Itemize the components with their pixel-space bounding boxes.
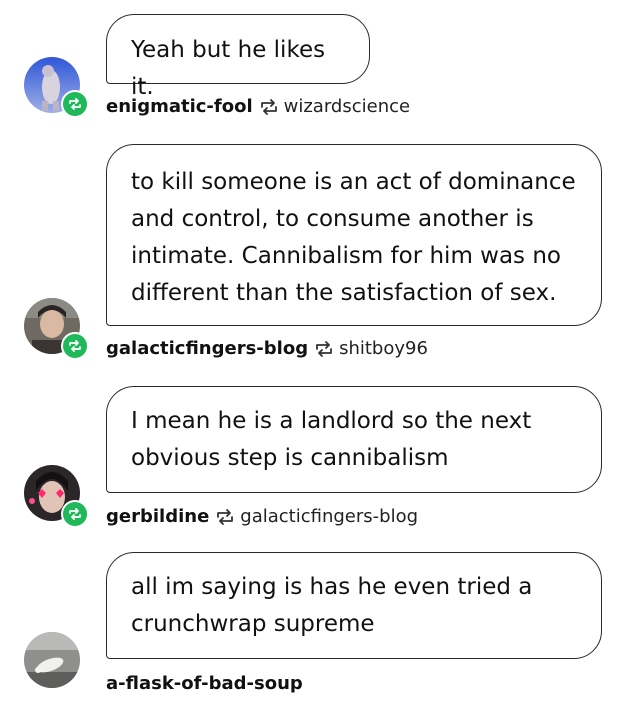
reblog-badge bbox=[61, 500, 89, 528]
post-bubble[interactable]: Yeah but he likes it. bbox=[106, 14, 370, 100]
username-link[interactable]: galacticfingers-blog bbox=[106, 338, 308, 360]
attribution: galacticfingers-blog shitboy96 bbox=[106, 338, 428, 360]
post-text: all im saying is has he even tried a cru… bbox=[131, 574, 533, 637]
post-bubble[interactable]: to kill someone is an act of dominance a… bbox=[106, 144, 602, 326]
reblog-icon bbox=[215, 509, 235, 525]
reblog-source-link[interactable]: shitboy96 bbox=[339, 338, 428, 360]
post-text: to kill someone is an act of dominance a… bbox=[131, 169, 576, 306]
post-bubble[interactable]: all im saying is has he even tried a cru… bbox=[106, 552, 602, 659]
reblog-icon bbox=[69, 508, 81, 520]
username-link[interactable]: a-flask-of-bad-soup bbox=[106, 673, 303, 695]
reblog-icon bbox=[314, 341, 334, 357]
reblog-source-link[interactable]: wizardscience bbox=[284, 96, 410, 118]
attribution: gerbildine galacticfingers-blog bbox=[106, 506, 418, 528]
reblog-badge bbox=[61, 90, 89, 118]
reblog-source-link[interactable]: galacticfingers-blog bbox=[240, 506, 418, 528]
attribution: a-flask-of-bad-soup bbox=[106, 673, 303, 695]
reblog-badge bbox=[61, 332, 89, 360]
reblog-icon bbox=[259, 99, 279, 115]
username-link[interactable]: gerbildine bbox=[106, 506, 209, 528]
post-bubble[interactable]: I mean he is a landlord so the next obvi… bbox=[106, 386, 602, 493]
reblog-icon bbox=[69, 340, 81, 352]
post-text: I mean he is a landlord so the next obvi… bbox=[131, 408, 532, 471]
post-text: Yeah but he likes it. bbox=[131, 37, 326, 100]
bird-photo-avatar-icon bbox=[24, 632, 80, 688]
attribution: enigmatic-fool wizardscience bbox=[106, 96, 410, 118]
avatar[interactable] bbox=[24, 632, 80, 688]
reblog-icon bbox=[69, 98, 81, 110]
username-link[interactable]: enigmatic-fool bbox=[106, 96, 253, 118]
